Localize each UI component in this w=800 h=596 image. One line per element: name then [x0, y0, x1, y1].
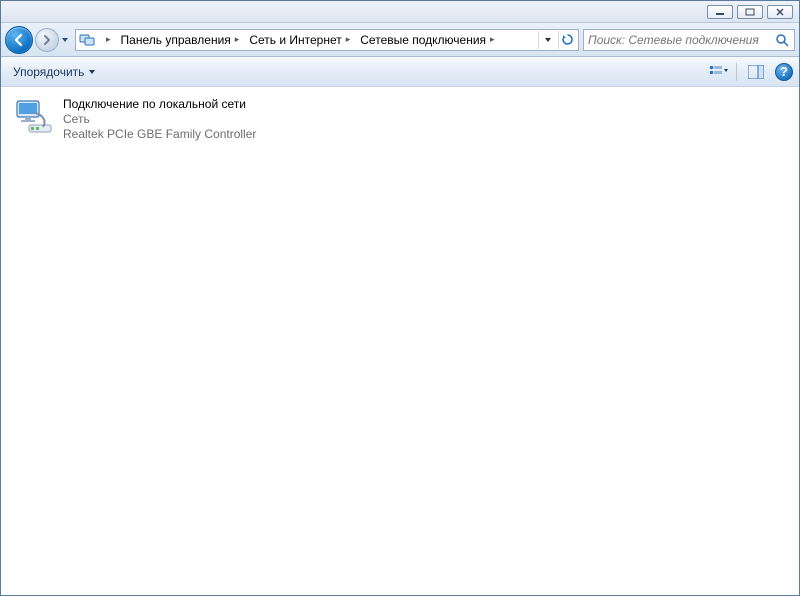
navbar: ▸ Панель управления ▸ Сеть и Интернет ▸ …: [1, 23, 799, 57]
chevron-right-icon: ▸: [490, 34, 495, 45]
lan-connection-icon: [13, 97, 55, 139]
help-icon: ?: [780, 64, 788, 79]
preview-pane-button[interactable]: [743, 61, 769, 83]
address-dropdown[interactable]: [538, 31, 556, 49]
breadcrumb-root[interactable]: ▸: [98, 30, 115, 50]
breadcrumb-network-internet[interactable]: Сеть и Интернет ▸: [245, 30, 354, 50]
forward-button[interactable]: [35, 28, 59, 52]
chevron-right-icon: ▸: [106, 34, 111, 45]
connection-status: Сеть: [63, 112, 256, 127]
organize-label: Упорядочить: [13, 65, 84, 79]
breadcrumb-network-connections[interactable]: Сетевые подключения ▸: [356, 30, 498, 50]
titlebar: [1, 1, 799, 23]
address-bar[interactable]: ▸ Панель управления ▸ Сеть и Интернет ▸ …: [75, 29, 579, 51]
search-input[interactable]: [588, 33, 774, 47]
refresh-button[interactable]: [558, 31, 576, 49]
network-connections-icon: [78, 31, 96, 49]
connection-text: Подключение по локальной сети Сеть Realt…: [63, 97, 256, 142]
nav-buttons: [5, 26, 71, 54]
search-icon[interactable]: [774, 32, 790, 48]
chevron-right-icon: ▸: [235, 34, 240, 45]
breadcrumb-label: Сеть и Интернет: [249, 33, 341, 47]
close-button[interactable]: [767, 5, 793, 19]
help-button[interactable]: ?: [775, 63, 793, 81]
back-button[interactable]: [5, 26, 33, 54]
search-box[interactable]: [583, 29, 795, 51]
content-area: Подключение по локальной сети Сеть Realt…: [1, 87, 799, 595]
view-options-button[interactable]: [706, 61, 732, 83]
minimize-button[interactable]: [707, 5, 733, 19]
chevron-down-icon: [88, 68, 96, 76]
maximize-button[interactable]: [737, 5, 763, 19]
breadcrumb-control-panel[interactable]: Панель управления ▸: [117, 30, 244, 50]
connection-item[interactable]: Подключение по локальной сети Сеть Realt…: [11, 95, 291, 144]
connection-title: Подключение по локальной сети: [63, 97, 256, 112]
connection-device: Realtek PCIe GBE Family Controller: [63, 127, 256, 142]
toolbar: Упорядочить ?: [1, 57, 799, 87]
breadcrumb-label: Панель управления: [121, 33, 231, 47]
toolbar-separator: [736, 63, 737, 81]
organize-button[interactable]: Упорядочить: [7, 63, 102, 81]
nav-history-dropdown[interactable]: [59, 30, 71, 50]
chevron-right-icon: ▸: [346, 34, 351, 45]
breadcrumb-label: Сетевые подключения: [360, 33, 486, 47]
